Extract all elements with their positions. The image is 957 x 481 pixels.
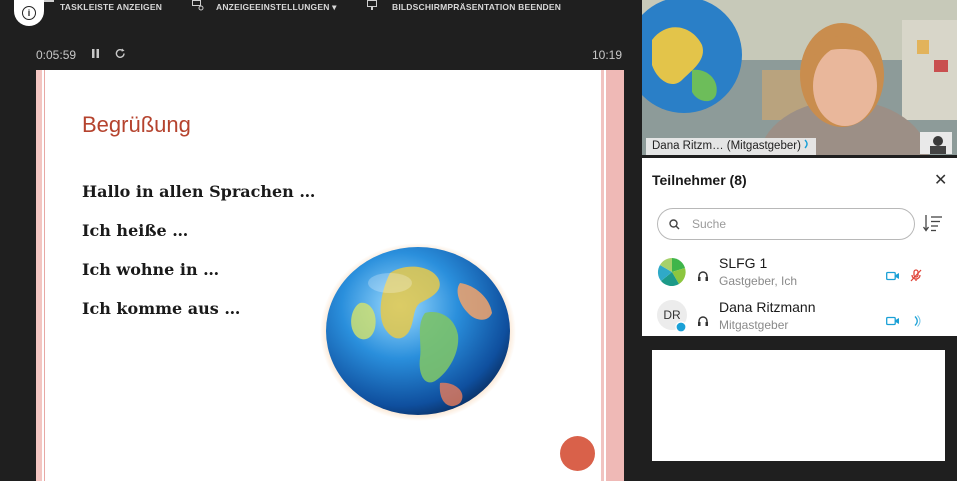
video-caption: Dana Ritzm… (Mitgastgeber) [646, 138, 817, 155]
status-icon [675, 321, 687, 333]
info-icon: i [22, 6, 36, 20]
content-box [652, 350, 945, 461]
restart-icon[interactable] [114, 47, 127, 60]
clock: 10:19 [592, 48, 623, 62]
headset-icon [698, 316, 708, 326]
microphone-muted-icon[interactable] [910, 269, 922, 282]
info-button[interactable]: i [14, 0, 44, 26]
slide-border-right [600, 70, 624, 481]
search-placeholder: Suche [692, 217, 727, 231]
elapsed-time: 0:05:59 [36, 48, 77, 62]
display-settings-button[interactable]: ANZEIGEEINSTELLUNGEN ▾ [216, 2, 337, 13]
video-camera-icon[interactable] [886, 271, 900, 281]
slide-border-left-line [44, 70, 45, 481]
slide-line-3: Ich wohne in … [82, 260, 220, 279]
sort-icon[interactable] [923, 214, 943, 232]
headset-icon [698, 271, 708, 281]
slide-line-2: Ich heiße … [82, 221, 189, 240]
end-slideshow-button[interactable]: BILDSCHIRMPRÄSENTATION BEENDEN [392, 2, 561, 12]
slide-line-1: Hallo in allen Sprachen … [82, 182, 316, 201]
show-taskbar-button[interactable]: TASKLEISTE ANZEIGEN [60, 2, 162, 12]
slide-title: Begrüßung [82, 112, 191, 137]
slide-decoration-dot [560, 436, 595, 471]
participant-video [642, 0, 957, 155]
video-camera-icon[interactable] [886, 316, 900, 326]
taskbar-icon [44, 0, 54, 2]
participants-title: Teilnehmer (8) [652, 172, 747, 188]
audio-wave-icon [804, 139, 808, 149]
participant-name: Dana Ritzmann [719, 299, 816, 315]
search-icon [669, 219, 680, 230]
participant-role: Mitgastgeber [719, 318, 789, 332]
globe-image [320, 243, 516, 421]
end-slideshow-icon [367, 0, 377, 10]
self-view-thumbnail[interactable] [920, 132, 952, 154]
video-caption-text: Dana Ritzm… (Mitgastgeber) [652, 140, 801, 152]
pause-icon[interactable] [91, 48, 101, 60]
slide-line-4: Ich komme aus … [82, 299, 241, 318]
participant-role: Gastgeber, Ich [719, 274, 798, 288]
display-settings-icon [192, 0, 204, 11]
logo-icon [657, 258, 686, 287]
slide-border-left [36, 70, 42, 481]
participant-name: SLFG 1 [719, 255, 768, 271]
close-icon[interactable]: ✕ [934, 170, 947, 190]
avatar-initials: DR [663, 308, 681, 322]
speaking-icon [914, 315, 921, 327]
